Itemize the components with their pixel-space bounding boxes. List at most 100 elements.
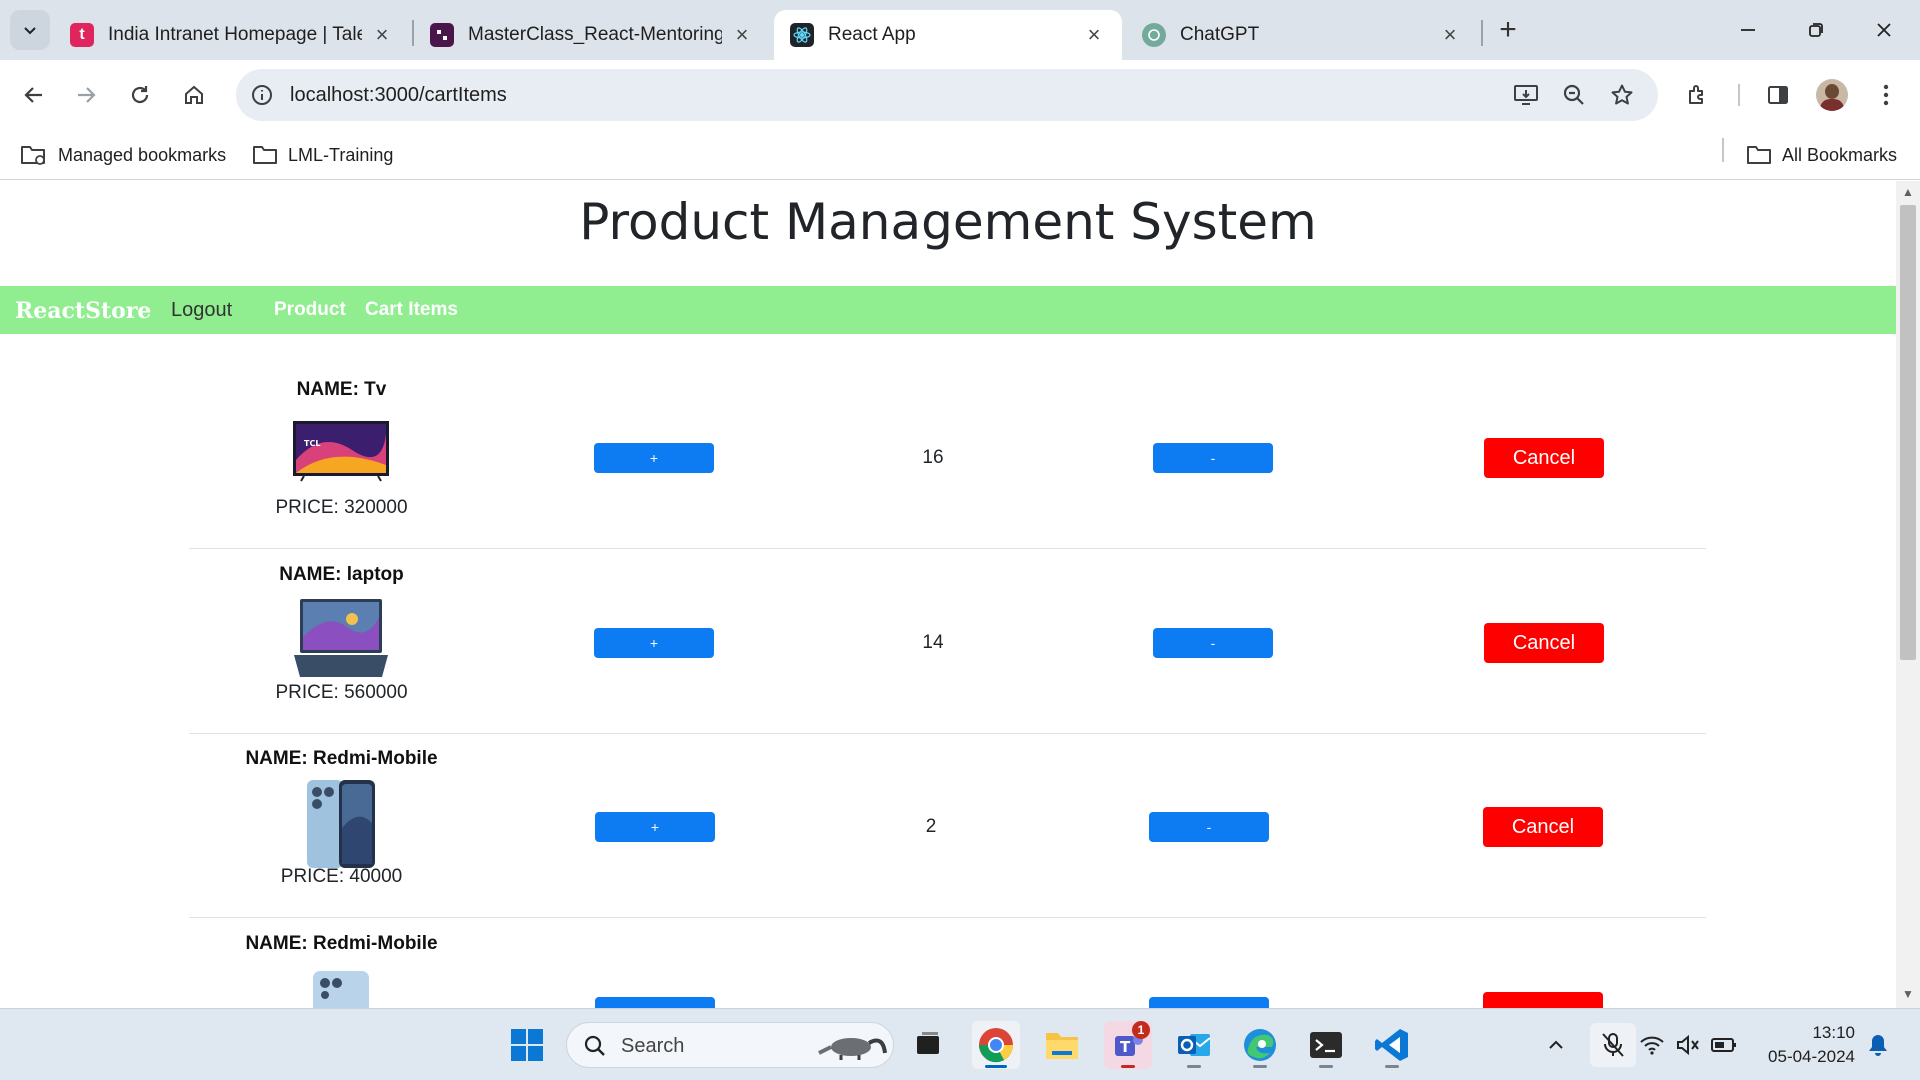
show-hidden-icons-button[interactable] xyxy=(1542,1031,1570,1059)
task-view-icon xyxy=(917,1032,939,1054)
address-bar[interactable]: localhost:3000/cartItems xyxy=(236,69,1658,121)
taskbar-vscode[interactable] xyxy=(1368,1021,1416,1069)
close-icon[interactable]: × xyxy=(1082,22,1106,47)
decrease-quantity-button[interactable]: - xyxy=(1149,812,1269,842)
decrease-quantity-button[interactable]: - xyxy=(1153,443,1273,473)
cancel-button[interactable]: Cancel xyxy=(1484,438,1604,478)
install-app-icon[interactable] xyxy=(1512,81,1540,109)
bookmark-star-icon[interactable] xyxy=(1608,81,1636,109)
forward-arrow-icon xyxy=(78,87,96,103)
brand-link[interactable]: ReactStore xyxy=(15,298,151,324)
more-vertical-icon xyxy=(1883,84,1889,106)
tab-strip: t India Intranet Homepage | Taler × Mast… xyxy=(0,0,1920,60)
side-panel-button[interactable] xyxy=(1760,77,1796,113)
close-icon[interactable]: × xyxy=(730,22,754,47)
increase-quantity-button[interactable] xyxy=(595,997,715,1008)
page-scrollbar[interactable]: ▲ ▼ xyxy=(1896,181,1920,1008)
restore-button[interactable] xyxy=(1788,10,1844,50)
increase-quantity-button[interactable]: + xyxy=(595,812,715,842)
product-price: PRICE: 40000 xyxy=(280,866,403,887)
task-view-button[interactable] xyxy=(904,1021,952,1069)
increase-quantity-button[interactable]: + xyxy=(594,628,714,658)
chrome-menu-button[interactable] xyxy=(1868,77,1904,113)
cancel-button[interactable]: Cancel xyxy=(1483,807,1603,847)
scroll-down-arrow-icon[interactable]: ▼ xyxy=(1902,987,1914,1001)
app-navbar: ReactStore Logout Product Cart Items xyxy=(0,286,1896,334)
tab-search-button[interactable] xyxy=(10,10,50,50)
close-icon[interactable]: × xyxy=(1438,22,1462,47)
home-icon xyxy=(185,85,203,104)
running-indicator xyxy=(1385,1065,1399,1068)
bookmark-all[interactable]: All Bookmarks xyxy=(1746,141,1897,169)
puzzle-icon xyxy=(1689,85,1703,104)
restore-icon xyxy=(1809,23,1823,37)
site-info-icon[interactable] xyxy=(248,81,276,109)
taskbar-teams[interactable]: T 1 xyxy=(1104,1021,1152,1069)
chrome-icon xyxy=(979,1028,1013,1063)
laptop-image xyxy=(294,599,388,677)
url-text[interactable]: localhost:3000/cartItems xyxy=(290,84,507,107)
extensions-button[interactable] xyxy=(1680,77,1716,113)
cancel-button[interactable]: Cancel xyxy=(1484,623,1604,663)
start-button[interactable] xyxy=(503,1021,551,1069)
taskbar-file-explorer[interactable] xyxy=(1038,1021,1086,1069)
taskbar-outlook[interactable] xyxy=(1170,1021,1218,1069)
bookmarks-bar: Managed bookmarks LML-Training All Bookm… xyxy=(0,130,1920,180)
bookmark-label: LML-Training xyxy=(288,144,394,165)
microphone-muted-icon xyxy=(1602,1033,1624,1057)
cancel-button[interactable] xyxy=(1483,992,1603,1008)
taskbar-search-box[interactable]: Search xyxy=(566,1022,894,1068)
taskbar-edge[interactable] xyxy=(1236,1021,1284,1069)
taskbar-chrome[interactable] xyxy=(972,1021,1020,1069)
tab-intranet[interactable]: t India Intranet Homepage | Taler × xyxy=(54,10,410,60)
anteater-highlight-icon xyxy=(818,1038,887,1060)
increase-quantity-button[interactable]: + xyxy=(594,443,714,473)
bookmark-label: All Bookmarks xyxy=(1782,144,1898,165)
reload-button[interactable] xyxy=(122,77,158,113)
volume-muted-icon[interactable] xyxy=(1674,1031,1702,1059)
phone-image xyxy=(313,971,369,1008)
bookmark-managed[interactable]: Managed bookmarks xyxy=(20,141,226,169)
tab-chatgpt[interactable]: ChatGPT × xyxy=(1126,10,1478,60)
wifi-icon[interactable] xyxy=(1638,1031,1666,1059)
decrease-quantity-button[interactable]: - xyxy=(1153,628,1273,658)
tab-title: React App xyxy=(828,24,916,45)
system-clock[interactable]: 13:10 05-04-2024 xyxy=(1745,1021,1855,1069)
forward-button[interactable] xyxy=(68,77,104,113)
quantity-value: 16 xyxy=(922,447,944,468)
notification-bell-icon[interactable] xyxy=(1864,1031,1892,1059)
running-indicator xyxy=(985,1065,1007,1068)
home-button[interactable] xyxy=(176,77,212,113)
zoom-icon[interactable] xyxy=(1560,81,1588,109)
battery-icon[interactable] xyxy=(1710,1031,1738,1059)
bookmark-folder-lml[interactable]: LML-Training xyxy=(252,141,393,169)
nav-product-link[interactable]: Product xyxy=(274,299,346,321)
windows-logo-icon xyxy=(511,1029,543,1061)
taskbar-terminal[interactable] xyxy=(1302,1021,1350,1069)
tab-title: ChatGPT xyxy=(1180,24,1260,45)
new-tab-button[interactable]: + xyxy=(1490,12,1526,48)
minimize-button[interactable] xyxy=(1720,10,1776,50)
close-icon[interactable]: × xyxy=(370,22,394,47)
chevron-up-icon xyxy=(1549,1040,1563,1049)
back-button[interactable] xyxy=(16,77,52,113)
product-price: PRICE: 560000 xyxy=(275,682,408,703)
logout-link[interactable]: Logout xyxy=(171,299,232,322)
web-page: Product Management System ReactStore Log… xyxy=(0,181,1896,1008)
search-icon xyxy=(584,1035,605,1056)
tab-masterclass[interactable]: MasterClass_React-Mentoring s × xyxy=(414,10,770,60)
clock-date: 05-04-2024 xyxy=(1768,1047,1855,1066)
profile-avatar[interactable] xyxy=(1816,79,1848,111)
managed-folder-icon xyxy=(21,146,45,165)
intranet-favicon-icon: t xyxy=(70,23,94,47)
tab-react-app[interactable]: React App × xyxy=(774,10,1122,60)
nav-cart-items-link[interactable]: Cart Items xyxy=(365,299,458,321)
microphone-muted-button[interactable] xyxy=(1590,1023,1636,1067)
react-favicon-icon xyxy=(790,23,814,47)
page-title: Product Management System xyxy=(579,193,1317,251)
folder-icon xyxy=(253,146,277,164)
window-close-button[interactable] xyxy=(1856,10,1912,50)
decrease-quantity-button[interactable] xyxy=(1149,997,1269,1008)
scrollbar-thumb[interactable] xyxy=(1900,205,1916,660)
scroll-up-arrow-icon[interactable]: ▲ xyxy=(1902,185,1914,199)
